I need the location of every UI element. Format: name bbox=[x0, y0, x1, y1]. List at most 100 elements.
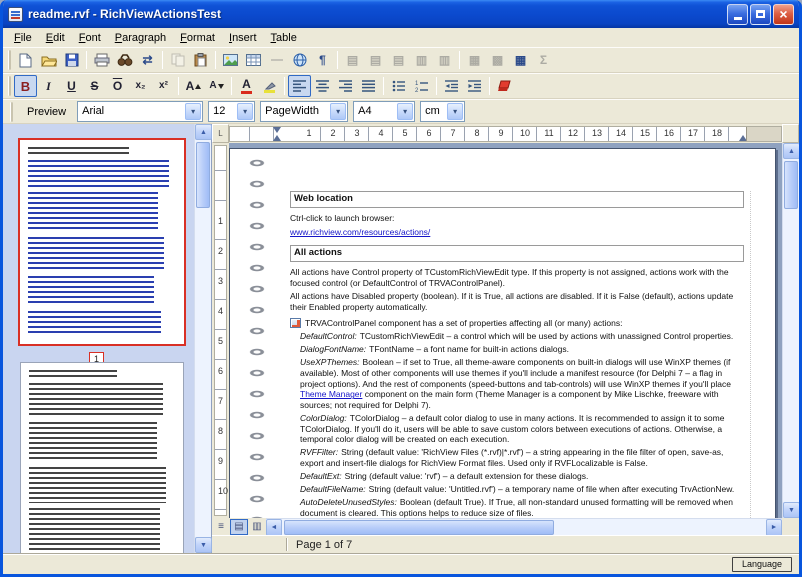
menu-format[interactable]: Format bbox=[173, 30, 222, 46]
new-document-button[interactable] bbox=[14, 49, 37, 71]
right-indent-marker[interactable] bbox=[739, 131, 747, 141]
merge-cells-button[interactable]: ▦ bbox=[463, 49, 486, 71]
page-layout-view-button[interactable]: ▤ bbox=[230, 519, 248, 535]
chevron-down-icon[interactable]: ▾ bbox=[237, 103, 253, 120]
table-grid-button[interactable]: ▦ bbox=[509, 49, 532, 71]
toolbar-grip[interactable] bbox=[10, 102, 13, 122]
chevron-down-icon[interactable]: ▾ bbox=[397, 103, 413, 120]
open-button[interactable] bbox=[37, 49, 60, 71]
insert-table-button[interactable] bbox=[242, 49, 265, 71]
overline-button[interactable]: O bbox=[106, 75, 129, 97]
subscript-button[interactable]: x₂ bbox=[129, 75, 152, 97]
menu-paragraph[interactable]: Paragraph bbox=[108, 30, 173, 46]
increase-indent-button[interactable] bbox=[463, 75, 486, 97]
normal-view-button[interactable]: ≡ bbox=[212, 519, 230, 535]
bold-button[interactable]: B bbox=[14, 75, 37, 97]
scroll-down-arrow[interactable]: ▼ bbox=[195, 537, 212, 553]
paragraph-disabled: All actions have Disabled property (bool… bbox=[290, 291, 744, 312]
align-left-button[interactable] bbox=[288, 75, 311, 97]
scrollbar-track[interactable] bbox=[783, 159, 799, 502]
menu-table[interactable]: Table bbox=[264, 30, 304, 46]
print-button[interactable] bbox=[90, 49, 113, 71]
left-indent-marker[interactable] bbox=[273, 131, 281, 141]
scroll-left-arrow[interactable]: ◄ bbox=[266, 519, 282, 536]
font-size-combo[interactable]: 12 ▾ bbox=[208, 101, 255, 122]
title-bar[interactable]: readme.rvf - RichViewActionsTest × bbox=[3, 0, 799, 28]
insert-column-button[interactable]: ▥ bbox=[410, 49, 433, 71]
close-button[interactable]: × bbox=[773, 4, 794, 25]
tab-selector[interactable]: L bbox=[212, 124, 229, 143]
actions-url-link[interactable]: www.richview.com/resources/actions/ bbox=[290, 227, 430, 237]
scrollbar-track[interactable] bbox=[282, 519, 766, 536]
scrollbar-track[interactable] bbox=[195, 140, 211, 537]
scroll-right-arrow[interactable]: ► bbox=[766, 519, 782, 536]
toolbar-grip[interactable] bbox=[8, 76, 11, 96]
preview-button[interactable]: Preview bbox=[21, 104, 72, 120]
chevron-down-icon[interactable]: ▾ bbox=[185, 103, 201, 120]
menu-file[interactable]: File bbox=[7, 30, 39, 46]
shrink-font-button[interactable]: A bbox=[205, 75, 228, 97]
align-justify-button[interactable] bbox=[357, 75, 380, 97]
print-icon bbox=[94, 53, 110, 67]
chevron-down-icon[interactable]: ▾ bbox=[330, 103, 346, 120]
thumbnail-page-1[interactable] bbox=[18, 138, 186, 346]
superscript-button[interactable]: x² bbox=[152, 75, 175, 97]
paste-button[interactable] bbox=[189, 49, 212, 71]
font-name-combo[interactable]: Arial ▾ bbox=[77, 101, 203, 122]
paragraph-marks-button[interactable]: ¶ bbox=[311, 49, 334, 71]
ruler-number: 18 bbox=[712, 128, 722, 138]
document-vertical-scrollbar[interactable]: ▲ ▼ bbox=[782, 143, 799, 518]
units-combo[interactable]: cm ▾ bbox=[420, 101, 465, 122]
scroll-up-arrow[interactable]: ▲ bbox=[783, 143, 800, 159]
toolbar-grip[interactable] bbox=[8, 50, 11, 70]
insert-picture-button[interactable] bbox=[219, 49, 242, 71]
italic-button[interactable]: I bbox=[37, 75, 60, 97]
grow-font-button[interactable]: A bbox=[182, 75, 205, 97]
underline-button[interactable]: U bbox=[60, 75, 83, 97]
sum-button[interactable]: Σ bbox=[532, 49, 555, 71]
theme-manager-link[interactable]: Theme Manager bbox=[300, 389, 362, 399]
scroll-down-arrow[interactable]: ▼ bbox=[783, 502, 800, 518]
delete-column-button[interactable]: ▥ bbox=[433, 49, 456, 71]
align-center-button[interactable] bbox=[311, 75, 334, 97]
document-view[interactable]: Web location Ctrl-click to launch browse… bbox=[229, 143, 782, 518]
clear-format-button[interactable] bbox=[493, 75, 516, 97]
font-color-button[interactable]: A bbox=[235, 75, 258, 97]
menu-font[interactable]: Font bbox=[72, 30, 108, 46]
numbering-button[interactable]: 12 bbox=[410, 75, 433, 97]
menu-insert[interactable]: Insert bbox=[222, 30, 264, 46]
thumbnail-scrollbar[interactable]: ▲ ▼ bbox=[194, 124, 211, 553]
minimize-button[interactable] bbox=[727, 4, 748, 25]
scrollbar-thumb[interactable] bbox=[196, 142, 210, 208]
scrollbar-thumb[interactable] bbox=[784, 161, 798, 209]
highlight-button[interactable] bbox=[258, 75, 281, 97]
split-cells-button[interactable]: ▩ bbox=[486, 49, 509, 71]
save-button[interactable] bbox=[60, 49, 83, 71]
chevron-down-icon[interactable]: ▾ bbox=[447, 103, 463, 120]
scroll-up-arrow[interactable]: ▲ bbox=[195, 124, 212, 140]
maximize-button[interactable] bbox=[750, 4, 771, 25]
insert-row-below-button[interactable]: ▤ bbox=[364, 49, 387, 71]
align-right-button[interactable] bbox=[334, 75, 357, 97]
html-view-button[interactable]: ▥ bbox=[248, 519, 266, 535]
delete-row-button[interactable]: ▤ bbox=[387, 49, 410, 71]
thumbnail-page-2[interactable] bbox=[20, 362, 184, 553]
insert-row-above-button[interactable]: ▤ bbox=[341, 49, 364, 71]
document-page[interactable]: Web location Ctrl-click to launch browse… bbox=[229, 148, 776, 518]
decrease-indent-button[interactable] bbox=[440, 75, 463, 97]
insert-horizontal-line-button[interactable] bbox=[265, 49, 288, 71]
find-button[interactable] bbox=[113, 49, 136, 71]
definition-item: DefaultControl:TCustomRichViewEdit – a c… bbox=[300, 331, 744, 342]
document-horizontal-scrollbar[interactable]: ◄ ► bbox=[266, 518, 782, 536]
bottom-bar: ≡ ▤ ▥ ◄ ► bbox=[212, 518, 799, 535]
menu-edit[interactable]: Edit bbox=[39, 30, 72, 46]
zoom-combo[interactable]: PageWidth ▾ bbox=[260, 101, 348, 122]
strikethrough-button[interactable]: S bbox=[83, 75, 106, 97]
paper-size-combo[interactable]: A4 ▾ bbox=[353, 101, 415, 122]
replace-button[interactable]: ⇄ bbox=[136, 49, 159, 71]
language-button[interactable]: Language bbox=[732, 557, 792, 572]
insert-hyperlink-button[interactable] bbox=[288, 49, 311, 71]
scrollbar-thumb[interactable] bbox=[284, 520, 554, 535]
bullets-button[interactable] bbox=[387, 75, 410, 97]
copy-button[interactable] bbox=[166, 49, 189, 71]
